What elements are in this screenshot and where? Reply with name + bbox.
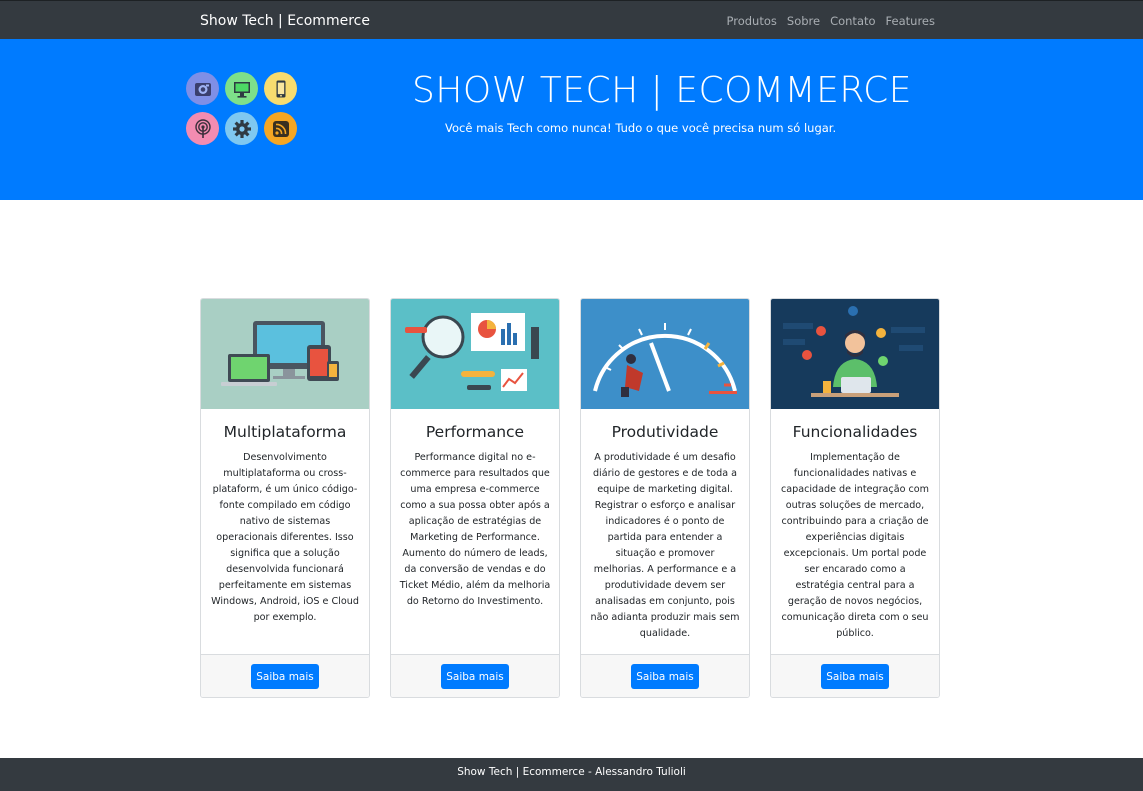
camera-icon: [186, 72, 219, 105]
nav-link-sobre[interactable]: Sobre: [787, 14, 820, 28]
footer-text: Show Tech | Ecommerce - Alessandro Tulio…: [457, 766, 686, 778]
nav-link-contato[interactable]: Contato: [830, 14, 875, 28]
card-text: Implementação de funcionalidades nativas…: [780, 452, 929, 639]
card-footer: Saiba mais: [201, 654, 369, 697]
card-text: A produtividade é um desafio diário de g…: [590, 452, 740, 639]
card-funcionalidades: Funcionalidades Implementação de funcion…: [770, 298, 940, 698]
saiba-mais-button[interactable]: Saiba mais: [821, 664, 889, 689]
rss-icon: [264, 112, 297, 145]
hero-banner: SHOW TECH | ECOMMERCE Você mais Tech com…: [0, 39, 1143, 200]
card-produtividade: Produtividade A produtividade é um desaf…: [580, 298, 750, 698]
devices-illustration: [201, 299, 369, 409]
navbar-brand[interactable]: Show Tech | Ecommerce: [200, 13, 370, 29]
card-text: Performance digital no e-commerce para r…: [399, 452, 551, 607]
nav-link-produtos[interactable]: Produtos: [727, 14, 777, 28]
card-title: Multiplataforma: [223, 423, 347, 441]
card-title: Produtividade: [611, 423, 719, 441]
hero-icon-grid: [186, 72, 300, 152]
podcast-icon: [186, 112, 219, 145]
monitor-icon: [225, 72, 258, 105]
hero-title: SHOW TECH | ECOMMERCE: [412, 70, 912, 111]
card-footer: Saiba mais: [771, 654, 939, 697]
developer-illustration: [771, 299, 939, 409]
saiba-mais-button[interactable]: Saiba mais: [251, 664, 319, 689]
card-footer: Saiba mais: [581, 654, 749, 697]
card-title: Funcionalidades: [792, 423, 918, 441]
card-footer: Saiba mais: [391, 654, 559, 697]
card-text: Desenvolvimento multiplataforma ou cross…: [211, 452, 359, 623]
saiba-mais-button[interactable]: Saiba mais: [441, 664, 509, 689]
hero-subtitle: Você mais Tech como nunca! Tudo o que vo…: [445, 121, 837, 135]
saiba-mais-button[interactable]: Saiba mais: [631, 664, 699, 689]
nav-links: Produtos Sobre Contato Features: [727, 14, 935, 28]
nav-link-features[interactable]: Features: [886, 14, 935, 28]
card-performance: Performance Performance digital no e-com…: [390, 298, 560, 698]
card-multiplataforma: Multiplataforma Desenvolvimento multipla…: [200, 298, 370, 698]
performance-illustration: [391, 299, 559, 409]
gear-icon: [225, 112, 258, 145]
card-title: Performance: [425, 423, 525, 441]
phone-icon: [264, 72, 297, 105]
footer: Show Tech | Ecommerce - Alessandro Tulio…: [0, 758, 1143, 791]
productivity-illustration: [581, 299, 749, 409]
navbar: Show Tech | Ecommerce Produtos Sobre Con…: [0, 0, 1143, 39]
